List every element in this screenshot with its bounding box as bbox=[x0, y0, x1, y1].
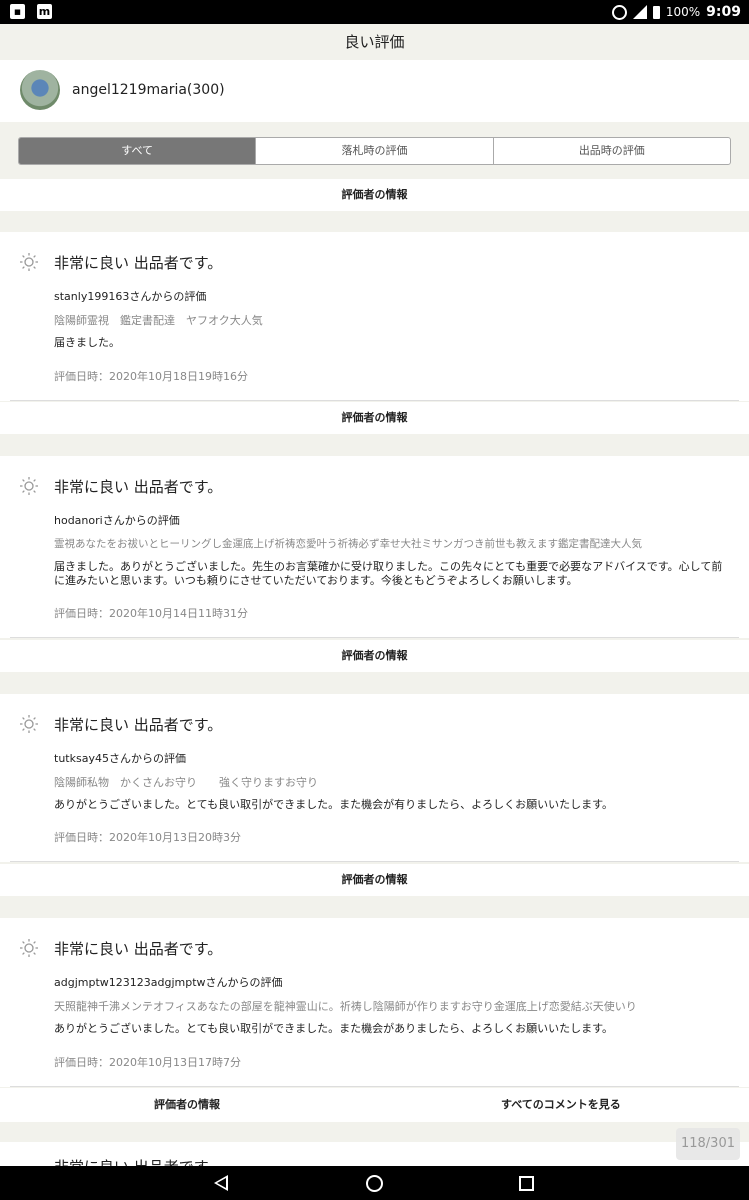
image-icon: ▪ bbox=[10, 4, 25, 19]
item-title[interactable]: 霊視あなたをお祓いとヒーリングし金運底上げ祈祷恋愛叶う祈祷必ず幸せ大社ミサンガつ… bbox=[54, 536, 642, 551]
rater-info-link[interactable]: 評価者の情報 bbox=[0, 402, 749, 434]
system-nav-bar bbox=[0, 1166, 749, 1200]
review-date: 評価日時：2020年10月18日19時16分 bbox=[54, 370, 248, 383]
review-rating: 非常に良い 出品者です。 bbox=[54, 478, 223, 496]
m-app-icon: m bbox=[37, 4, 52, 19]
review-card: 非常に良い 出品者です。 adgjmptw123123adgjmptwさんからの… bbox=[0, 918, 749, 1087]
review-rating: 非常に良い 出品者です。 bbox=[54, 1156, 222, 1166]
reviewer-name[interactable]: hodanoriさんからの評価 bbox=[54, 512, 180, 528]
item-title[interactable]: 陰陽師私物 かくさんお守り 強く守りますお守り bbox=[54, 774, 318, 790]
review-actions: 評価者の情報 すべてのコメントを見る bbox=[0, 1088, 749, 1122]
home-icon[interactable] bbox=[366, 1175, 383, 1192]
status-bar: ▪ m 100% 9:09 bbox=[0, 0, 749, 24]
review-comment: ありがとうございました。とても良い取引ができました。また機会がありましたら、よろ… bbox=[54, 1022, 614, 1035]
clock: 9:09 bbox=[706, 4, 741, 20]
signal-icon bbox=[632, 5, 647, 19]
review-comment: 届きました。ありがとうございました。先生のお言葉確かに受け取りました。この先々に… bbox=[54, 560, 723, 587]
review-comment: ありがとうございました。とても良い取引ができました。また機会が有りましたら、よろ… bbox=[54, 798, 614, 811]
sun-icon bbox=[20, 715, 38, 733]
divider bbox=[10, 861, 739, 862]
sun-icon bbox=[20, 939, 38, 957]
review-card: 非常に良い 出品者です。 tutksay45さんからの評価 陰陽師私物 かくさん… bbox=[0, 694, 749, 862]
review-card: 非常に良い 出品者です。 stanly199163さんからの評価 陰陽師霊視 鑑… bbox=[0, 232, 749, 401]
review-date: 評価日時：2020年10月14日11時31分 bbox=[54, 607, 248, 620]
battery-percent: 100% bbox=[665, 5, 701, 19]
rater-info-link[interactable]: 評価者の情報 bbox=[0, 640, 749, 672]
see-all-comments-link[interactable]: すべてのコメントを見る bbox=[501, 1088, 621, 1122]
rater-info-link[interactable]: 評価者の情報 bbox=[0, 864, 749, 896]
sun-icon bbox=[20, 253, 38, 271]
user-header[interactable]: angel1219maria(300) bbox=[0, 60, 749, 122]
recents-icon[interactable] bbox=[519, 1176, 534, 1191]
review-rating: 非常に良い 出品者です。 bbox=[54, 254, 223, 272]
sun-icon bbox=[20, 477, 38, 495]
item-title[interactable]: 天照龍神千沸メンテオフィスあなたの部屋を龍神霊山に。祈祷し陰陽師が作りますお守り… bbox=[54, 998, 637, 1014]
page-title: 良い評価 bbox=[0, 24, 749, 60]
divider bbox=[10, 400, 739, 401]
rater-info-link[interactable]: 評価者の情報 bbox=[154, 1088, 220, 1122]
divider bbox=[10, 637, 739, 638]
alarm-icon bbox=[611, 4, 627, 20]
avatar[interactable] bbox=[20, 70, 60, 110]
page-counter: 118/301 bbox=[676, 1128, 740, 1160]
review-comment: 届きました。 bbox=[54, 336, 120, 349]
item-title[interactable]: 陰陽師霊視 鑑定書配達 ヤフオク大人気 bbox=[54, 312, 263, 328]
username[interactable]: angel1219maria(300) bbox=[72, 82, 225, 98]
rater-info-link[interactable]: 評価者の情報 bbox=[0, 179, 749, 211]
review-rating: 非常に良い 出品者です。 bbox=[54, 716, 223, 734]
tab-seller-reviews[interactable]: 出品時の評価 bbox=[492, 138, 730, 164]
review-date: 評価日時：2020年10月13日20時3分 bbox=[54, 831, 241, 844]
review-date: 評価日時：2020年10月13日17時7分 bbox=[54, 1056, 241, 1069]
reviewer-name[interactable]: stanly199163さんからの評価 bbox=[54, 288, 206, 304]
divider bbox=[10, 1086, 739, 1087]
battery-icon bbox=[652, 5, 660, 19]
review-rating: 非常に良い 出品者です。 bbox=[54, 940, 223, 958]
back-icon-inner bbox=[217, 1178, 226, 1188]
reviewer-name[interactable]: adgjmptw123123adgjmptwさんからの評価 bbox=[54, 974, 283, 990]
review-card-partial: 非常に良い 出品者です。 bbox=[0, 1142, 749, 1166]
tab-buyer-reviews[interactable]: 落札時の評価 bbox=[255, 138, 492, 164]
reviewer-name[interactable]: tutksay45さんからの評価 bbox=[54, 750, 186, 766]
filter-tabs: すべて 落札時の評価 出品時の評価 bbox=[18, 137, 731, 165]
tab-all[interactable]: すべて bbox=[19, 138, 256, 164]
review-card: 非常に良い 出品者です。 hodanoriさんからの評価 霊視あなたをお祓いとヒ… bbox=[0, 456, 749, 638]
